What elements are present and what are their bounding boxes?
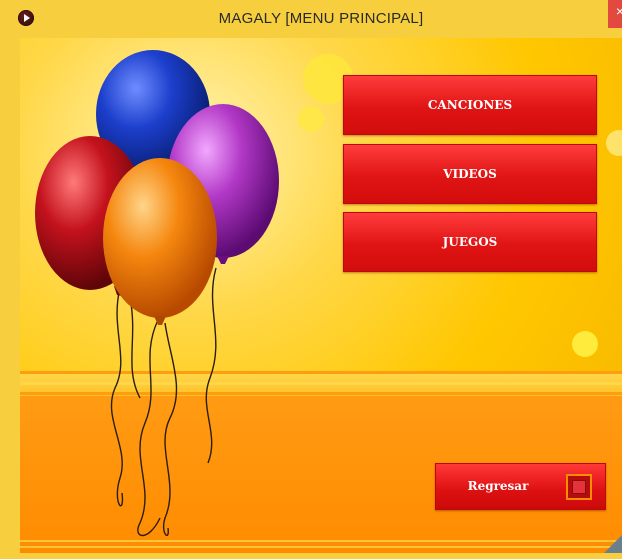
title-bar[interactable]: MAGALY [MENU PRINCIPAL] × xyxy=(10,0,622,38)
balloons-illustration xyxy=(35,50,279,537)
juegos-button[interactable]: JUEGOS xyxy=(343,212,597,272)
regresar-label: Regresar xyxy=(467,479,529,493)
close-button[interactable]: × xyxy=(608,0,622,28)
regresar-button[interactable]: Regresar xyxy=(435,463,606,510)
app-window: MAGALY [MENU PRINCIPAL] × CANCIONES VIDE… xyxy=(0,0,622,559)
main-panel: CANCIONES VIDEOS JUEGOS Regresar xyxy=(20,38,622,553)
decorative-circle xyxy=(572,331,598,357)
resize-grip[interactable] xyxy=(604,535,622,553)
decorative-circle xyxy=(606,130,622,156)
videos-button[interactable]: VIDEOS xyxy=(343,144,597,204)
window-title: MAGALY [MENU PRINCIPAL] xyxy=(218,10,424,27)
stop-square-icon xyxy=(566,474,592,500)
orange-balloon xyxy=(103,158,217,325)
canciones-button[interactable]: CANCIONES xyxy=(343,75,597,135)
